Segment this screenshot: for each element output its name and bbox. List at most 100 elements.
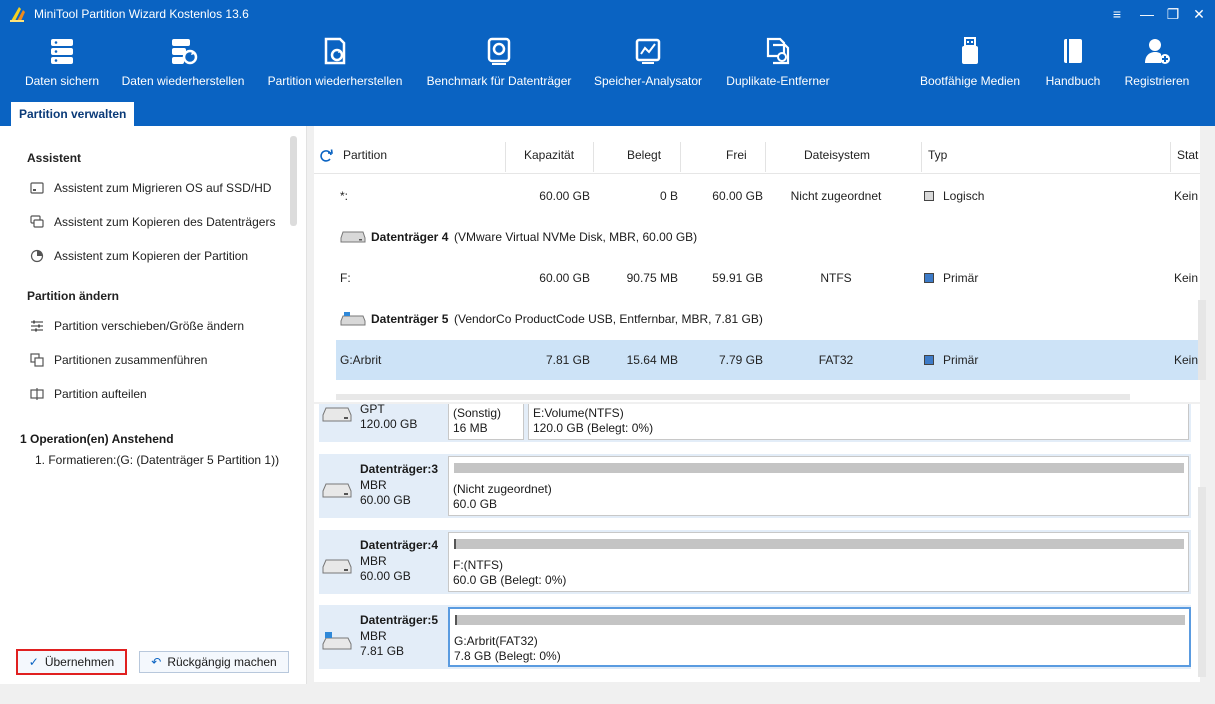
cell-type: Logisch xyxy=(924,176,984,216)
disk-description: (VMware Virtual NVMe Disk, MBR, 60.00 GB… xyxy=(454,230,698,244)
partition-size: 7.8 GB (Belegt: 0%) xyxy=(454,649,561,663)
partition-block[interactable]: (Sonstig) 16 MB xyxy=(448,404,524,440)
apply-button[interactable]: ✓ Übernehmen xyxy=(16,649,127,675)
toolbar-button-space-analyzer[interactable]: Speicher-Analysator xyxy=(592,36,704,96)
change-partition-section-title: Partition ändern xyxy=(27,289,120,303)
hard-disk-icon xyxy=(322,407,352,422)
type-color-swatch xyxy=(924,355,934,365)
duplicate-remover-icon xyxy=(766,37,790,65)
disk-card-3[interactable]: Datenträger:3 MBR 60.00 GB (Nicht zugeor… xyxy=(319,454,1191,518)
top-bar: MiniTool Partition Wizard Kostenlos 13.6… xyxy=(0,0,1215,126)
partition-label: F:(NTFS) xyxy=(453,558,503,572)
type-color-swatch xyxy=(924,273,934,283)
column-separator xyxy=(505,142,506,172)
title-bar: MiniTool Partition Wizard Kostenlos 13.6… xyxy=(0,0,1215,28)
cell-free: 60.00 GB xyxy=(712,189,763,203)
disk-type: MBR xyxy=(360,478,387,492)
cell-capacity: 60.00 GB xyxy=(539,271,590,285)
partition-block[interactable]: E:Volume(NTFS) 120.0 GB (Belegt: 0%) xyxy=(528,404,1189,440)
cell-filesystem: NTFS xyxy=(820,271,852,285)
disk-card-gpt[interactable]: GPT 120.00 GB (Sonstig) 16 MB E:Volume(N… xyxy=(319,404,1191,442)
table-row[interactable]: *: 60.00 GB 0 B 60.00 GB Nicht zugeordne… xyxy=(336,176,1198,216)
partition-size: 120.0 GB (Belegt: 0%) xyxy=(533,421,654,435)
split-partition[interactable]: Partition aufteilen xyxy=(30,387,147,405)
table-row[interactable]: F: 60.00 GB 90.75 MB 59.91 GB NTFS Primä… xyxy=(336,258,1198,298)
column-header-filesystem[interactable]: Dateisystem xyxy=(804,136,870,174)
disk-size: 60.00 GB xyxy=(360,569,411,583)
copy-disk-wizard[interactable]: Assistent zum Kopieren des Datenträgers xyxy=(30,215,275,233)
wizard-section-title: Assistent xyxy=(27,151,82,165)
cell-partition: F: xyxy=(340,271,351,285)
column-separator xyxy=(1170,142,1171,172)
cell-filesystem: FAT32 xyxy=(818,353,854,367)
disk-size: 120.00 GB xyxy=(360,417,418,431)
table-horizontal-scrollbar[interactable] xyxy=(336,394,1130,400)
toolbar-button-register[interactable]: Registrieren xyxy=(1122,36,1192,96)
cell-status: Kein xyxy=(1174,189,1199,203)
toolbar-button-data-recovery[interactable]: Daten wiederherstellen xyxy=(120,36,246,96)
column-header-type[interactable]: Typ xyxy=(928,136,947,174)
partition-block[interactable]: (Nicht zugeordnet) 60.0 GB xyxy=(448,456,1189,516)
toolbar-button-manual[interactable]: Handbuch xyxy=(1040,36,1106,96)
disk-name: Datenträger 4 xyxy=(371,230,449,244)
disk-map-scrollbar[interactable] xyxy=(1198,487,1206,677)
column-header-partition[interactable]: Partition xyxy=(343,136,387,174)
left-panel-scrollbar[interactable] xyxy=(290,136,297,226)
partition-block[interactable]: F:(NTFS) 60.0 GB (Belegt: 0%) xyxy=(448,532,1189,592)
merge-partitions[interactable]: Partitionen zusammenführen xyxy=(30,353,207,371)
column-header-used[interactable]: Belegt xyxy=(627,136,661,174)
app-logo-icon xyxy=(10,7,25,22)
cell-capacity: 60.00 GB xyxy=(539,189,590,203)
migrate-os-wizard[interactable]: Assistent zum Migrieren OS auf SSD/HD xyxy=(30,181,271,199)
bootable-media-icon xyxy=(962,37,978,64)
disk-size: 7.81 GB xyxy=(360,644,405,658)
partition-block-selected[interactable]: G:Arbrit(FAT32) 7.8 GB (Belegt: 0%) xyxy=(448,607,1191,667)
tab-partition-management[interactable]: Partition verwalten xyxy=(11,102,135,126)
disk-card-5[interactable]: Datenträger:5 MBR 7.81 GB G:Arbrit(FAT32… xyxy=(319,605,1191,669)
cell-used: 0 B xyxy=(659,189,678,203)
cell-type: Primär xyxy=(924,258,978,298)
column-separator xyxy=(921,142,922,172)
migrate-os-icon xyxy=(30,182,44,194)
column-header-status[interactable]: Stat xyxy=(1177,136,1198,174)
disk-type: MBR xyxy=(360,629,387,643)
partition-label: E:Volume(NTFS) xyxy=(533,406,624,420)
column-header-capacity[interactable]: Kapazität xyxy=(524,136,574,174)
toolbar-button-backup[interactable]: Daten sichern xyxy=(22,36,102,96)
move-resize-partition[interactable]: Partition verschieben/Größe ändern xyxy=(30,319,244,337)
merge-icon xyxy=(30,353,44,367)
toolbar-button-partition-recovery[interactable]: Partition wiederherstellen xyxy=(266,36,404,96)
menu-icon[interactable]: ≡ xyxy=(1102,4,1132,24)
toolbar-button-bootable-media[interactable]: Bootfähige Medien xyxy=(916,36,1024,96)
column-separator xyxy=(593,142,594,172)
disk-description: (VendorCo ProductCode USB, Entfernbar, M… xyxy=(454,312,763,326)
split-icon xyxy=(30,388,44,400)
table-row-selected[interactable]: G:Arbrit 7.81 GB 15.64 MB 7.79 GB FAT32 … xyxy=(336,340,1198,380)
cell-status: Kein xyxy=(1174,353,1199,367)
disk-row-4[interactable]: Datenträger 4 (VMware Virtual NVMe Disk,… xyxy=(336,217,1198,257)
partition-usage-bar xyxy=(455,615,1185,625)
disk-card-4[interactable]: Datenträger:4 MBR 60.00 GB F:(NTFS) 60.0… xyxy=(319,530,1191,594)
toolbar-button-benchmark[interactable]: Benchmark für Datenträger xyxy=(424,36,574,96)
refresh-icon[interactable] xyxy=(319,149,333,163)
hard-disk-icon xyxy=(322,559,352,574)
partition-label: (Nicht zugeordnet) xyxy=(453,482,552,496)
partition-recovery-icon xyxy=(324,37,346,65)
disk-size: 60.00 GB xyxy=(360,493,411,507)
disk-type: GPT xyxy=(360,404,385,416)
cell-filesystem: Nicht zugeordnet xyxy=(790,189,882,203)
table-vertical-scrollbar[interactable] xyxy=(1198,300,1206,380)
disk-row-5[interactable]: Datenträger 5 (VendorCo ProductCode USB,… xyxy=(336,299,1198,339)
column-header-free[interactable]: Frei xyxy=(726,136,747,174)
register-icon xyxy=(1145,39,1170,64)
copy-disk-icon xyxy=(30,215,44,228)
left-panel: Assistent Assistent zum Migrieren OS auf… xyxy=(0,126,307,684)
copy-partition-wizard[interactable]: Assistent zum Kopieren der Partition xyxy=(30,249,248,267)
undo-button[interactable]: ↶ Rückgängig machen xyxy=(139,651,289,673)
toolbar-button-duplicate-remover[interactable]: Duplikate-Entferner xyxy=(722,36,834,96)
hard-disk-icon xyxy=(322,483,352,498)
disk-name: Datenträger:3 xyxy=(360,462,439,476)
table-header: Partition Kapazität Belegt Frei Dateisys… xyxy=(314,136,1200,174)
close-button[interactable]: ✕ xyxy=(1184,4,1214,24)
cell-type: Primär xyxy=(924,340,978,380)
